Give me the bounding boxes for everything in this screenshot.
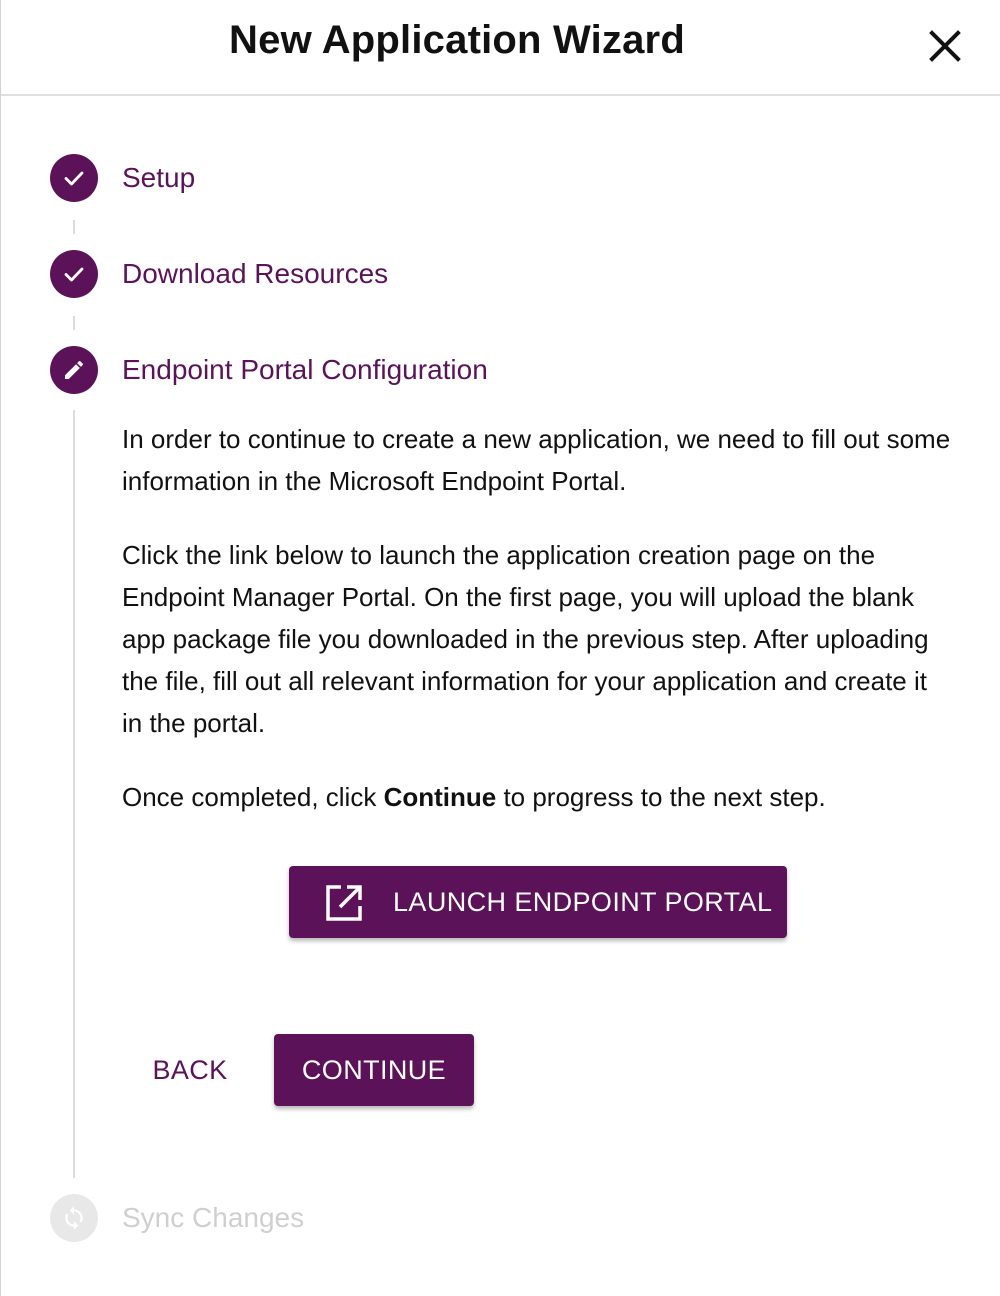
step-label-setup[interactable]: Setup: [122, 161, 195, 195]
check-icon: [64, 267, 84, 282]
step-label-sync-changes: Sync Changes: [122, 1202, 305, 1233]
step-connector: [73, 220, 75, 234]
dialog-header: New Application Wizard: [1, 0, 1000, 96]
close-icon: [929, 30, 961, 62]
check-icon: [64, 171, 84, 186]
completion-text-bold: Continue: [383, 782, 497, 812]
step-indicator-download-resources: [50, 250, 98, 298]
continue-button[interactable]: CONTINUE: [274, 1034, 474, 1106]
launch-endpoint-portal-button[interactable]: LAUNCH ENDPOINT PORTAL: [289, 866, 787, 938]
intro-paragraph: In order to continue to create a new app…: [122, 424, 951, 496]
sync-icon: [65, 1206, 83, 1230]
pencil-icon: [65, 360, 84, 379]
back-button[interactable]: BACK: [131, 1034, 249, 1106]
step-connector: [73, 316, 75, 330]
launch-button-label: LAUNCH ENDPOINT PORTAL: [393, 887, 773, 917]
step-indicator-sync-changes: [50, 1194, 98, 1242]
completion-paragraph: Once completed, click Continue to progre…: [122, 776, 952, 818]
instructions-paragraph: Click the link below to launch the appli…: [122, 540, 929, 738]
close-button[interactable]: [921, 22, 969, 70]
step-label-endpoint-portal: Endpoint Portal Configuration: [122, 354, 488, 385]
step-content: In order to continue to create a new app…: [122, 418, 952, 850]
completion-text-start: Once completed, click: [122, 782, 384, 812]
step-label-download-resources[interactable]: Download Resources: [122, 257, 388, 291]
dialog-title: New Application Wizard: [229, 18, 685, 62]
step-indicator-endpoint-portal: [50, 346, 98, 394]
wizard-dialog: New Application Wizard Setup Download Re…: [0, 0, 1000, 1296]
open-in-new-icon: [326, 885, 362, 921]
step-connector: [73, 410, 75, 1178]
completion-text-end: to progress to the next step.: [496, 782, 826, 812]
step-indicator-setup: [50, 154, 98, 202]
